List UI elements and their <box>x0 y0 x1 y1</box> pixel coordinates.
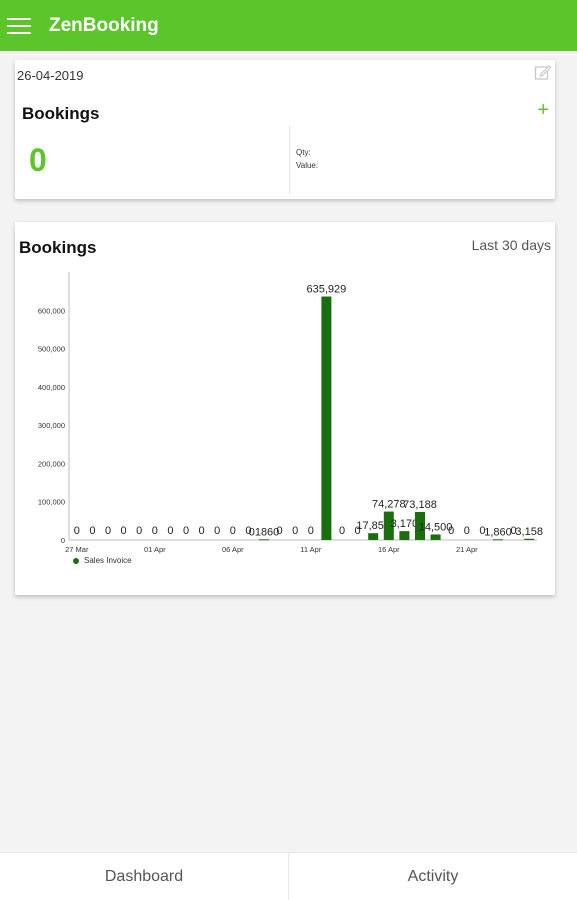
summary-heading: Bookings <box>22 104 100 123</box>
bar <box>368 533 379 540</box>
x-tick-label: 16 Apr <box>378 545 400 554</box>
y-tick-label: 0 <box>61 536 65 545</box>
chart-legend: Sales Invoice <box>73 556 132 565</box>
data-label: 0 <box>292 525 298 537</box>
nav-activity[interactable]: Activity <box>289 853 577 900</box>
y-tick-label: 200,000 <box>38 459 65 468</box>
data-label: 0 <box>183 525 189 537</box>
app-title: ZenBooking <box>49 14 159 36</box>
x-tick-label: 27 Mar <box>65 545 89 554</box>
data-label: 0 <box>167 525 173 537</box>
bookings-chart: 0 100,000 200,000 300,000 400,000 500,000 600,… <box>38 272 543 554</box>
y-tick-label: 400,000 <box>38 383 65 392</box>
data-label: 0 <box>448 525 454 537</box>
bar <box>524 538 535 540</box>
x-tick-label: 06 Apr <box>222 545 244 554</box>
data-label: 0 <box>339 525 345 537</box>
data-label: 3,158 <box>515 526 543 538</box>
nav-dashboard[interactable]: Dashboard <box>0 853 288 900</box>
summary-date: 26-04-2019 <box>17 68 84 83</box>
data-label: 0 <box>89 525 95 537</box>
legend-label: Sales Invoice <box>84 556 132 565</box>
menu-icon[interactable] <box>7 17 31 35</box>
divider <box>289 126 290 194</box>
bar <box>399 531 410 540</box>
data-label: 73,188 <box>403 499 437 511</box>
bar <box>493 539 503 541</box>
y-tick-label: 300,000 <box>38 421 65 430</box>
data-label: 0 <box>136 525 142 537</box>
bar <box>259 539 269 541</box>
data-label: 3,170 <box>391 518 419 530</box>
bar <box>321 296 332 540</box>
value-label: Value: <box>296 161 319 170</box>
chart-heading: Bookings <box>19 238 97 257</box>
data-label: 0 <box>464 525 470 537</box>
data-label: 0 <box>199 525 205 537</box>
add-icon[interactable]: + <box>537 100 549 120</box>
qty-label: Qty: <box>296 148 311 157</box>
edit-icon[interactable] <box>534 64 552 82</box>
chart-card: Bookings Last 30 days 0 100,000 200,000 300… <box>15 222 555 595</box>
date-range-label[interactable]: Last 30 days <box>472 237 551 253</box>
data-label: 635,929 <box>307 284 347 296</box>
data-label: 0 <box>74 525 80 537</box>
data-label: 0 <box>121 525 127 537</box>
data-label: 0 <box>105 525 111 537</box>
data-label: 0 <box>277 525 283 537</box>
x-tick-label: 01 Apr <box>144 545 166 554</box>
data-label: 0 <box>214 525 220 537</box>
y-tick-label: 500,000 <box>38 345 65 354</box>
data-label: 74,278 <box>372 499 406 511</box>
summary-card: 26-04-2019 Bookings + 0 Qty: Value: <box>15 60 555 199</box>
bar <box>430 534 441 540</box>
data-label: 01860 <box>249 526 280 538</box>
app-bar: ZenBooking <box>0 0 577 51</box>
x-tick-label: 21 Apr <box>456 545 478 554</box>
y-tick-label: 600,000 <box>38 306 65 315</box>
y-tick-label: 100,000 <box>38 498 65 507</box>
data-label: 0 <box>308 525 314 537</box>
bookings-count: 0 <box>29 142 47 178</box>
data-label: 1,860 <box>484 526 512 538</box>
data-label: 0 <box>230 525 236 537</box>
bottom-nav: Dashboard Activity <box>0 852 577 900</box>
x-tick-label: 11 Apr <box>300 545 322 554</box>
legend-dot <box>73 557 79 564</box>
data-label: 0 <box>152 525 158 537</box>
